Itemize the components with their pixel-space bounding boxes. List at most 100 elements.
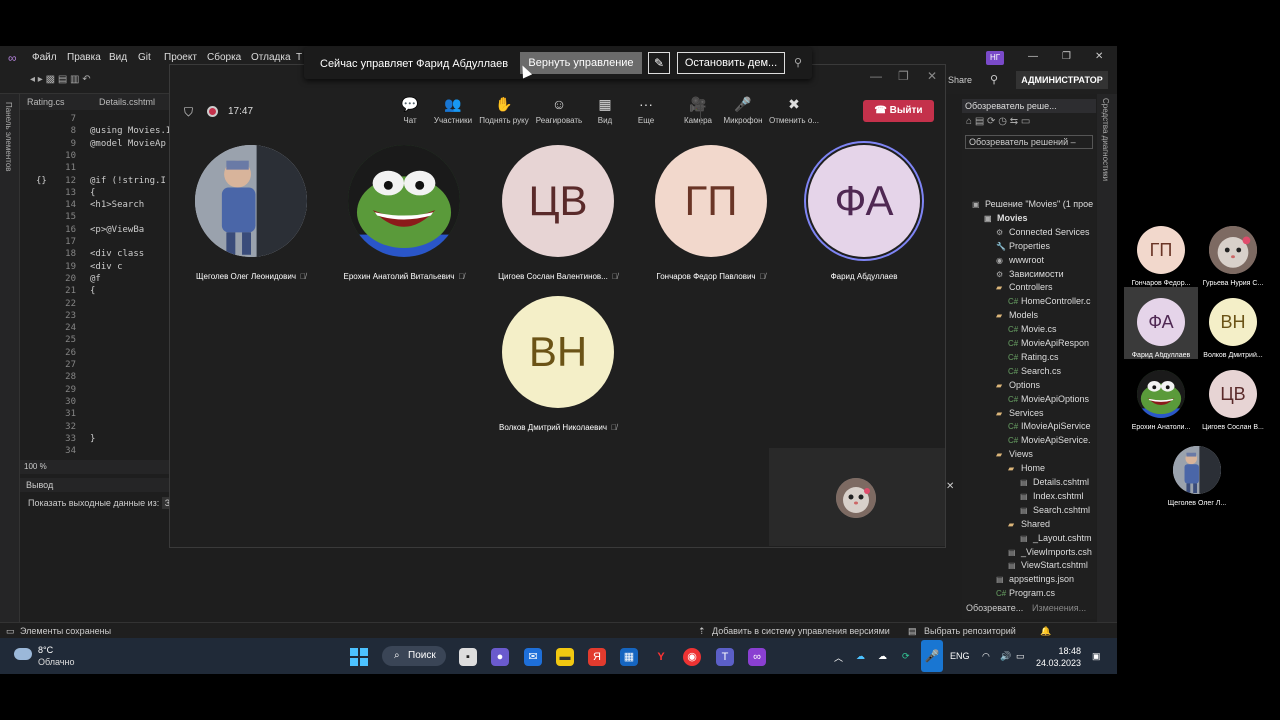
more-button[interactable]: ··· Еще [616,95,676,125]
tree-item[interactable]: ▤ Search.cshtml [1020,505,1090,515]
git-add-button[interactable]: Добавить в систему управления версиями [712,626,890,636]
floating-participant[interactable]: ЦВ Цигоев Сослан В... [1196,370,1270,431]
cloud-tray-icon[interactable]: ☁ [878,651,887,662]
tree-item[interactable]: ▤ appsettings.json [996,574,1074,584]
tree-item[interactable]: C# HomeController.c [1008,296,1091,306]
tree-item[interactable]: ▰ Models [996,310,1038,320]
tree-item[interactable]: C# MovieApiRespon [1008,338,1089,348]
onedrive-icon[interactable]: ☁ [856,651,865,662]
tree-item[interactable]: 🔧 Properties [996,241,1050,251]
floating-participant[interactable]: Ерохин Анатоли... [1124,370,1198,431]
tree-item[interactable]: ◉ wwwroot [996,255,1044,265]
user-badge[interactable]: НГ [986,51,1004,65]
cloud-icon[interactable] [14,648,32,660]
tray-chevron-icon[interactable]: ︿ [834,651,843,664]
teams-icon[interactable]: T [716,648,734,666]
share-button[interactable]: Share [948,75,972,85]
visual-studio-icon[interactable]: ∞ [748,648,766,666]
participant-tile[interactable]: ЦВ Цигоев Сослан Валентинов... 🎙̸ [483,145,633,281]
sync-icon[interactable]: ⟳ [902,651,910,662]
tab-rating[interactable]: Rating.cs [27,97,65,107]
menu-edit[interactable]: Правка [67,52,101,63]
collapse-side-icon[interactable]: ✕ [946,481,954,492]
close-icon[interactable]: ✕ [1095,51,1103,62]
feedback-icon[interactable]: ⚲ [990,73,998,86]
toolbar-icons[interactable]: ◂ ▸ ▩ ▤ ▥ ↶ [30,74,91,85]
explorer-icon[interactable]: ▬ [556,648,574,666]
tab-solution-explorer[interactable]: Обозревате... [966,603,1023,613]
weather-desc[interactable]: Облачно [38,657,74,667]
menu-build[interactable]: Сборка [207,52,241,63]
teams-close-icon[interactable]: ✕ [927,69,937,83]
tree-item[interactable]: C# Rating.cs [1008,352,1059,362]
menu-project[interactable]: Проект [164,52,197,63]
stop-share-button[interactable]: ✖ Отменить о... [764,95,824,125]
tab-changes[interactable]: Изменения... [1032,603,1086,613]
yandex-icon[interactable]: Я [588,648,606,666]
tree-item[interactable]: ▤ ViewStart.cshtml [1008,560,1088,570]
tree-item[interactable]: ⚙ Зависимости [996,269,1064,279]
solution-search-input[interactable]: Обозреватель решений – [965,135,1093,149]
tree-item[interactable]: C# MovieApiOptions [1008,394,1089,404]
chat-app-icon[interactable]: ● [491,648,509,666]
annotate-pen-icon[interactable]: ✎ [648,52,670,74]
tree-item[interactable]: C# Program.cs [996,588,1055,598]
tree-item[interactable]: ▰ Home [1008,463,1045,473]
tab-details[interactable]: Details.cshtml [99,97,155,107]
tree-item[interactable]: ▰ Options [996,380,1040,390]
tree-item[interactable]: C# Search.cs [1008,366,1061,376]
teams-minimize-icon[interactable]: — [870,69,882,83]
tree-item[interactable]: ▤ Index.cshtml [1020,491,1084,501]
mic-tray-icon[interactable]: 🎤 [921,640,943,672]
yandex-browser-icon[interactable]: Y [652,648,670,666]
floating-participant[interactable]: ФА Фарид Абдуллаев [1124,298,1198,359]
diagnostics-strip[interactable]: Средства диагностики [1097,94,1117,654]
participant-tile[interactable]: Щеголев Олег Леонидович 🎙̸ [176,145,326,281]
floating-participant[interactable]: Щеголев Олег Л... [1160,446,1234,507]
tree-item[interactable]: ▰ Services [996,408,1044,418]
tree-item[interactable]: ▤ _ViewImports.csh [1008,547,1092,557]
return-control-button[interactable]: Вернуть управление [520,52,642,74]
menu-test[interactable]: Т [296,52,302,63]
tree-item[interactable]: ▣ Movies [984,213,1028,223]
solution-toolbar-icons[interactable]: ⌂ ▤ ⟳ ◷ ⇆ ▭ [966,116,1030,127]
restore-icon[interactable]: ❐ [1062,51,1071,62]
language-indicator[interactable]: ENG [950,651,970,661]
tree-item[interactable]: C# IMovieApiService [1008,421,1091,431]
notifications-icon[interactable]: 🔔 [1040,626,1051,637]
floating-participant[interactable]: ГП Гончаров Федор... [1124,226,1198,287]
tree-item[interactable]: ▤ Details.cshtml [1020,477,1089,487]
tree-item[interactable]: ▰ Views [996,449,1033,459]
chrome-icon[interactable]: ◉ [683,648,701,666]
volume-icon[interactable]: 🔊 [1000,651,1011,662]
clock[interactable]: 18:48 24.03.2023 [1036,645,1081,669]
battery-icon[interactable]: ▭ [1016,651,1025,662]
participant-tile[interactable]: ФА Фарид Абдуллаев [789,145,939,281]
participant-tile[interactable]: ВН Волков Дмитрий Николаевич 🎙̸ [483,296,633,432]
floating-participant[interactable]: Гурьева Нурия С... [1196,226,1270,287]
menu-view[interactable]: Вид [109,52,127,63]
zoom-level[interactable]: 100 % [20,460,170,474]
tree-item[interactable]: ⚙ Connected Services [996,227,1090,237]
participant-tile[interactable]: ГП Гончаров Федор Павлович 🎙̸ [636,145,786,281]
minimize-icon[interactable]: — [1028,51,1038,62]
pin-icon[interactable]: ⚲ [794,56,802,69]
tree-item[interactable]: ▰ Shared [1008,519,1050,529]
stop-sharing-button[interactable]: Остановить дем... [677,52,785,74]
toolbox-strip[interactable]: Панель элементов [0,94,20,654]
raise-hand-button[interactable]: ✋ Поднять руку [474,95,534,125]
tree-item[interactable]: ▣ Решение "Movies" (1 прое [972,199,1093,209]
mail-icon[interactable]: ✉ [524,648,542,666]
teams-restore-icon[interactable]: ❐ [898,69,909,83]
notification-center-icon[interactable]: ▣ [1092,651,1101,662]
start-icon[interactable] [350,648,368,666]
tree-item[interactable]: C# MovieApiService. [1008,435,1091,445]
menu-git[interactable]: Git [138,52,151,63]
task-view-icon[interactable]: ▪ [459,648,477,666]
participant-tile[interactable]: Ерохин Анатолий Витальевич 🎙̸ [329,145,479,281]
store-icon[interactable]: ▦ [620,648,638,666]
menu-file[interactable]: Файл [32,52,57,63]
tree-item[interactable]: ▤ _Layout.cshtm [1020,533,1092,543]
tree-item[interactable]: C# Movie.cs [1008,324,1057,334]
repo-select-button[interactable]: Выбрать репозиторий [924,626,1016,636]
